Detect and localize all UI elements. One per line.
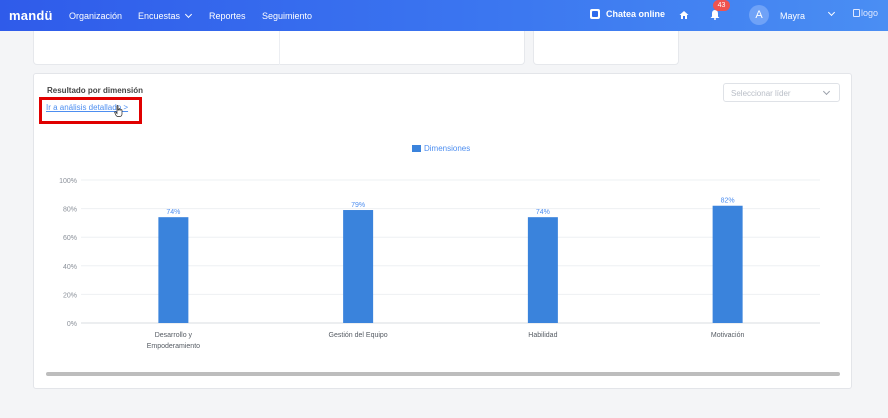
x-tick-label: Habilidad: [528, 332, 557, 339]
x-tick-label: Desarrollo y: [155, 332, 193, 339]
notification-badge: 43: [713, 0, 730, 11]
summary-card: [533, 31, 679, 65]
chat-online-label: Chatea online: [606, 9, 666, 19]
home-icon[interactable]: [679, 10, 689, 20]
y-tick-label: 20%: [63, 292, 77, 299]
nav-organizacion[interactable]: Organización: [69, 11, 122, 21]
avatar[interactable]: A: [749, 5, 769, 25]
company-logo: logo: [853, 8, 878, 18]
y-tick-label: 60%: [63, 235, 77, 242]
x-tick-label: Motivación: [711, 332, 745, 339]
data-label: 74%: [536, 209, 550, 216]
logo-alt-text: logo: [861, 8, 879, 18]
top-navbar: mandü Organización Encuestas Reportes Se…: [0, 0, 888, 31]
chat-icon: [590, 9, 600, 19]
dimension-results-panel: Resultado por dimensión Ir a análisis de…: [33, 73, 852, 389]
chevron-down-icon[interactable]: [827, 8, 836, 17]
nav-reportes[interactable]: Reportes: [209, 11, 246, 21]
x-tick-label: Gestión del Equipo: [329, 332, 388, 339]
user-name[interactable]: Mayra: [780, 11, 805, 21]
nav-seguimiento[interactable]: Seguimiento: [262, 11, 312, 21]
chart-bar: [527, 217, 558, 323]
chart-bar: [158, 217, 189, 323]
bar-chart: 0% 20% 40% 60% 80% 100% 74% Desarrollo y Empoder…: [59, 178, 820, 350]
y-tick-label: 100%: [59, 178, 77, 185]
x-tick-label: Empoderamiento: [147, 343, 200, 350]
y-tick-label: 80%: [63, 207, 77, 214]
chart-bar: [343, 210, 374, 323]
horizontal-scrollbar[interactable]: [46, 372, 840, 376]
broken-image-icon: [853, 9, 860, 17]
data-label: 79%: [351, 202, 365, 209]
y-tick-label: 40%: [63, 264, 77, 271]
chat-online-button[interactable]: Chatea online: [590, 9, 665, 19]
brand-logo[interactable]: mandü: [9, 8, 53, 23]
data-label: 74%: [166, 209, 180, 216]
y-tick-label: 0%: [67, 321, 77, 328]
summary-card: [33, 31, 525, 65]
data-label: 82%: [721, 198, 735, 205]
card-divider: [279, 31, 280, 65]
nav-encuestas[interactable]: Encuestas: [138, 11, 191, 21]
chart-bar: [712, 205, 743, 323]
